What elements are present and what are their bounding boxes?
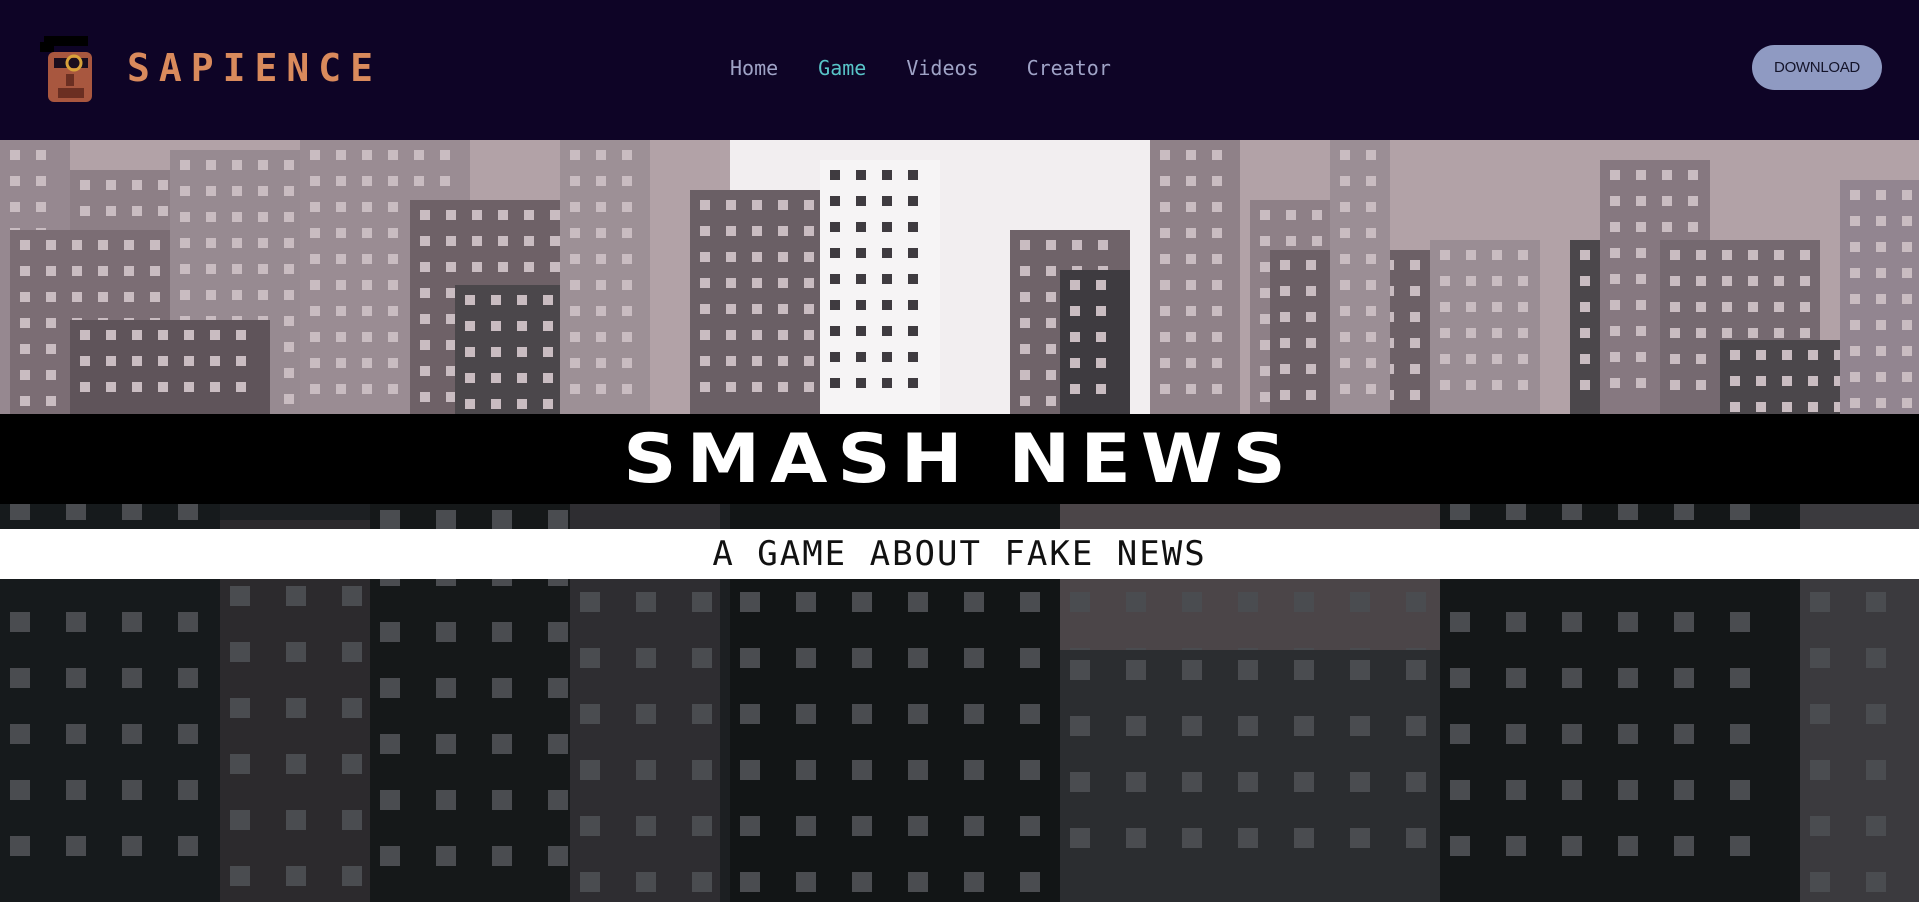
top-navbar: SAPIENCE Home Game Videos Creator DOWNLO… — [0, 0, 1919, 140]
game-subtitle: A GAME ABOUT FAKE NEWS — [712, 534, 1207, 574]
logo-icon[interactable] — [40, 34, 104, 106]
download-button[interactable]: DOWNLOAD — [1752, 45, 1882, 90]
hero-banner: SMASH NEWS A GAME ABOUT FAKE NEWS — [0, 140, 1919, 902]
brand-name[interactable]: SAPIENCE — [127, 46, 382, 90]
subtitle-bar: A GAME ABOUT FAKE NEWS — [0, 529, 1919, 579]
nav-link-videos[interactable]: Videos — [906, 56, 978, 80]
nav-link-creator[interactable]: Creator — [1027, 56, 1111, 80]
nav-link-game[interactable]: Game — [818, 56, 866, 80]
nav-link-home[interactable]: Home — [730, 56, 778, 80]
city-skyline-illustration — [0, 140, 1919, 902]
title-bar: SMASH NEWS — [0, 414, 1919, 504]
nav-links: Home Game Videos Creator — [730, 56, 1111, 80]
game-title: SMASH NEWS — [623, 419, 1296, 499]
